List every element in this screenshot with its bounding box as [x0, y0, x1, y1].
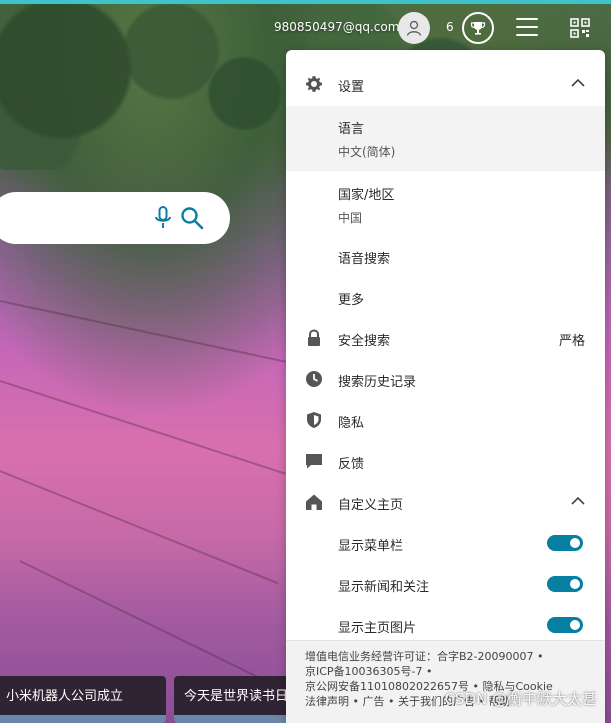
news-thumbnail [174, 715, 294, 723]
settings-panel: 设置 语言 中文(简体) 国家/地区 中国 语音搜索 更多 安全搜索 严格 搜索… [286, 50, 605, 723]
region-setting[interactable]: 国家/地区 中国 [286, 172, 605, 232]
show-news-setting: 显示新闻和关注 [286, 564, 605, 604]
csdn-watermark: CSDN @衡中默大太甚 [444, 690, 597, 708]
safe-search-value: 严格 [558, 334, 585, 349]
show-menu-bar-setting: 显示菜单栏 [286, 523, 605, 563]
show-news-label: 显示新闻和关注 [338, 580, 430, 595]
microphone-icon[interactable] [154, 206, 172, 230]
qr-code-icon[interactable] [570, 18, 590, 38]
legal-footer: 增值电信业务经营许可证：合字B2-20090007 • 京ICP备1003630… [286, 640, 605, 723]
chevron-up-icon[interactable] [571, 496, 585, 506]
show-menu-bar-label: 显示菜单栏 [338, 539, 404, 554]
feedback-setting[interactable]: 反馈 [286, 441, 605, 481]
search-history-setting[interactable]: 搜索历史记录 [286, 359, 605, 399]
top-accent-bar [0, 0, 611, 4]
feedback-icon [305, 452, 323, 470]
news-title: 小米机器人公司成立 [6, 689, 124, 704]
rewards-button[interactable] [462, 12, 494, 44]
safe-search-label: 安全搜索 [338, 334, 391, 349]
show-home-image-toggle[interactable] [547, 617, 583, 633]
trophy-icon [470, 22, 486, 35]
language-value: 中文(简体) [338, 145, 396, 159]
more-label: 更多 [338, 293, 365, 308]
user-avatar[interactable] [398, 12, 430, 44]
privacy-setting[interactable]: 隐私 [286, 400, 605, 440]
news-title: 今天是世界读书日 [184, 689, 289, 704]
search-history-label: 搜索历史记录 [338, 375, 417, 390]
region-value: 中国 [338, 211, 363, 225]
settings-title: 设置 [338, 80, 365, 95]
search-box[interactable] [0, 192, 230, 244]
show-home-image-label: 显示主页图片 [338, 621, 417, 636]
show-menu-bar-toggle[interactable] [547, 535, 583, 551]
hamburger-menu-icon[interactable] [516, 18, 538, 36]
region-label: 国家/地区 [338, 188, 395, 203]
language-label: 语言 [338, 122, 365, 137]
news-card[interactable]: 今天是世界读书日 [174, 676, 294, 723]
voice-search-setting[interactable]: 语音搜索 [286, 236, 605, 276]
account-email[interactable]: 980850497@qq.com [274, 20, 399, 34]
show-news-toggle[interactable] [547, 576, 583, 592]
more-setting[interactable]: 更多 [286, 277, 605, 317]
show-home-image-setting: 显示主页图片 [286, 605, 605, 645]
home-icon [305, 493, 323, 511]
chevron-up-icon[interactable] [571, 78, 585, 88]
language-setting[interactable]: 语言 中文(简体) [286, 106, 605, 171]
lock-icon [305, 329, 323, 347]
shield-icon [305, 411, 323, 429]
footer-license[interactable]: 增值电信业务经营许可证：合字B2-20090007 • [305, 649, 586, 664]
rewards-points[interactable]: 6 [446, 20, 454, 34]
clock-icon [305, 370, 323, 388]
feedback-label: 反馈 [338, 457, 365, 472]
gear-icon [305, 75, 323, 93]
customize-home-section-header[interactable]: 自定义主页 [286, 482, 605, 522]
safe-search-setting[interactable]: 安全搜索 严格 [286, 318, 605, 358]
user-icon [406, 20, 422, 36]
voice-search-label: 语音搜索 [338, 252, 391, 267]
privacy-label: 隐私 [338, 416, 365, 431]
search-icon[interactable] [180, 206, 204, 230]
customize-home-label: 自定义主页 [338, 498, 404, 513]
footer-icp[interactable]: 京ICP备10036305号-7 • [305, 664, 586, 679]
news-card[interactable]: 小米机器人公司成立 [0, 676, 166, 723]
news-thumbnail [0, 715, 166, 723]
settings-section-header[interactable]: 设置 [286, 64, 605, 104]
